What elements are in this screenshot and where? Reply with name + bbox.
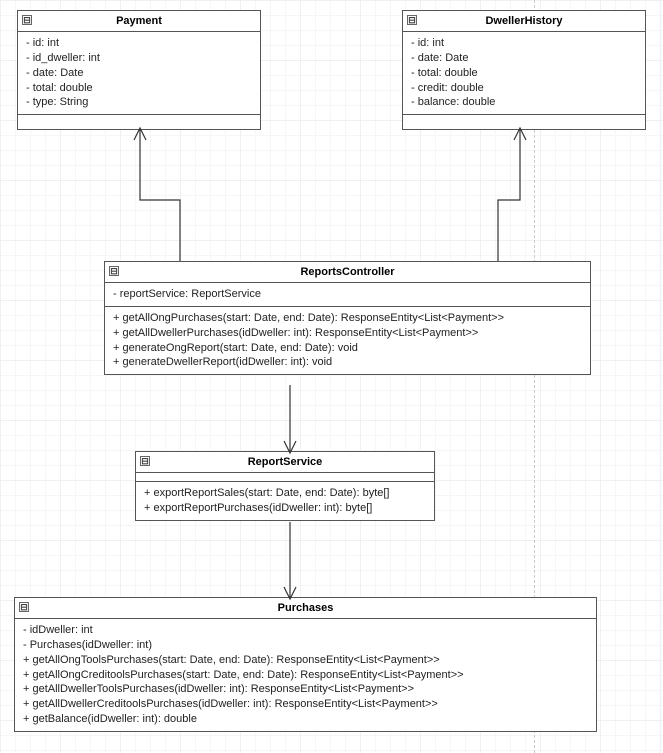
attr-row: - total: double: [411, 66, 637, 81]
methods-section: [403, 115, 645, 129]
class-name-label: DwellerHistory: [485, 15, 562, 27]
method-row: + getAllDwellerCreditoolsPurchases(idDwe…: [23, 697, 588, 712]
attributes-section: - reportService: ReportService: [105, 283, 590, 307]
collapse-icon[interactable]: ⊟: [22, 15, 32, 25]
attr-row: - balance: double: [411, 95, 637, 110]
method-row: + exportReportPurchases(idDweller: int):…: [144, 501, 426, 516]
attr-row: - date: Date: [26, 66, 252, 81]
class-name-label: Payment: [116, 15, 162, 27]
collapse-icon[interactable]: ⊟: [407, 15, 417, 25]
class-name-label: ReportService: [248, 456, 323, 468]
class-payment[interactable]: ⊟ Payment - id: int - id_dweller: int - …: [17, 10, 261, 130]
method-row: + getBalance(idDweller: int): double: [23, 712, 588, 727]
attr-row: - id_dweller: int: [26, 51, 252, 66]
attr-row: - Purchases(idDweller: int): [23, 638, 588, 653]
class-reportscontroller[interactable]: ⊟ ReportsController - reportService: Rep…: [104, 261, 591, 375]
attr-row: - id: int: [411, 36, 637, 51]
collapse-icon[interactable]: ⊟: [109, 266, 119, 276]
assoc-reportscontroller-dwellerhistory: [498, 130, 520, 261]
method-row: + generateDwellerReport(idDweller: int):…: [113, 355, 582, 370]
attr-row: - credit: double: [411, 81, 637, 96]
attr-row: - reportService: ReportService: [113, 287, 582, 302]
method-row: + generateOngReport(start: Date, end: Da…: [113, 341, 582, 356]
attr-row: - id: int: [26, 36, 252, 51]
class-purchases[interactable]: ⊟ Purchases - idDweller: int - Purchases…: [14, 597, 597, 732]
class-name-label: Purchases: [278, 602, 334, 614]
collapse-icon[interactable]: ⊟: [19, 602, 29, 612]
method-row: + getAllOngToolsPurchases(start: Date, e…: [23, 653, 588, 668]
attributes-section: [136, 473, 434, 482]
attr-row: - date: Date: [411, 51, 637, 66]
class-title: ⊟ ReportService: [136, 452, 434, 473]
attr-row: - type: String: [26, 95, 252, 110]
attributes-section: - id: int - date: Date - total: double -…: [403, 32, 645, 115]
class-name-label: ReportsController: [300, 266, 394, 278]
class-dwellerhistory[interactable]: ⊟ DwellerHistory - id: int - date: Date …: [402, 10, 646, 130]
assoc-reportscontroller-payment: [140, 130, 180, 261]
class-title: ⊟ DwellerHistory: [403, 11, 645, 32]
method-row: + exportReportSales(start: Date, end: Da…: [144, 486, 426, 501]
methods-section: + exportReportSales(start: Date, end: Da…: [136, 482, 434, 520]
class-title: ⊟ Purchases: [15, 598, 596, 619]
attr-row: - idDweller: int: [23, 623, 588, 638]
method-row: + getAllOngCreditoolsPurchases(start: Da…: [23, 668, 588, 683]
methods-section: + getAllOngPurchases(start: Date, end: D…: [105, 307, 590, 374]
class-reportservice[interactable]: ⊟ ReportService + exportReportSales(star…: [135, 451, 435, 521]
attributes-section: - id: int - id_dweller: int - date: Date…: [18, 32, 260, 115]
class-title: ⊟ Payment: [18, 11, 260, 32]
class-title: ⊟ ReportsController: [105, 262, 590, 283]
attributes-section: - idDweller: int - Purchases(idDweller: …: [15, 619, 596, 731]
method-row: + getAllDwellerToolsPurchases(idDweller:…: [23, 682, 588, 697]
collapse-icon[interactable]: ⊟: [140, 456, 150, 466]
method-row: + getAllOngPurchases(start: Date, end: D…: [113, 311, 582, 326]
method-row: + getAllDwellerPurchases(idDweller: int)…: [113, 326, 582, 341]
methods-section: [18, 115, 260, 129]
attr-row: - total: double: [26, 81, 252, 96]
